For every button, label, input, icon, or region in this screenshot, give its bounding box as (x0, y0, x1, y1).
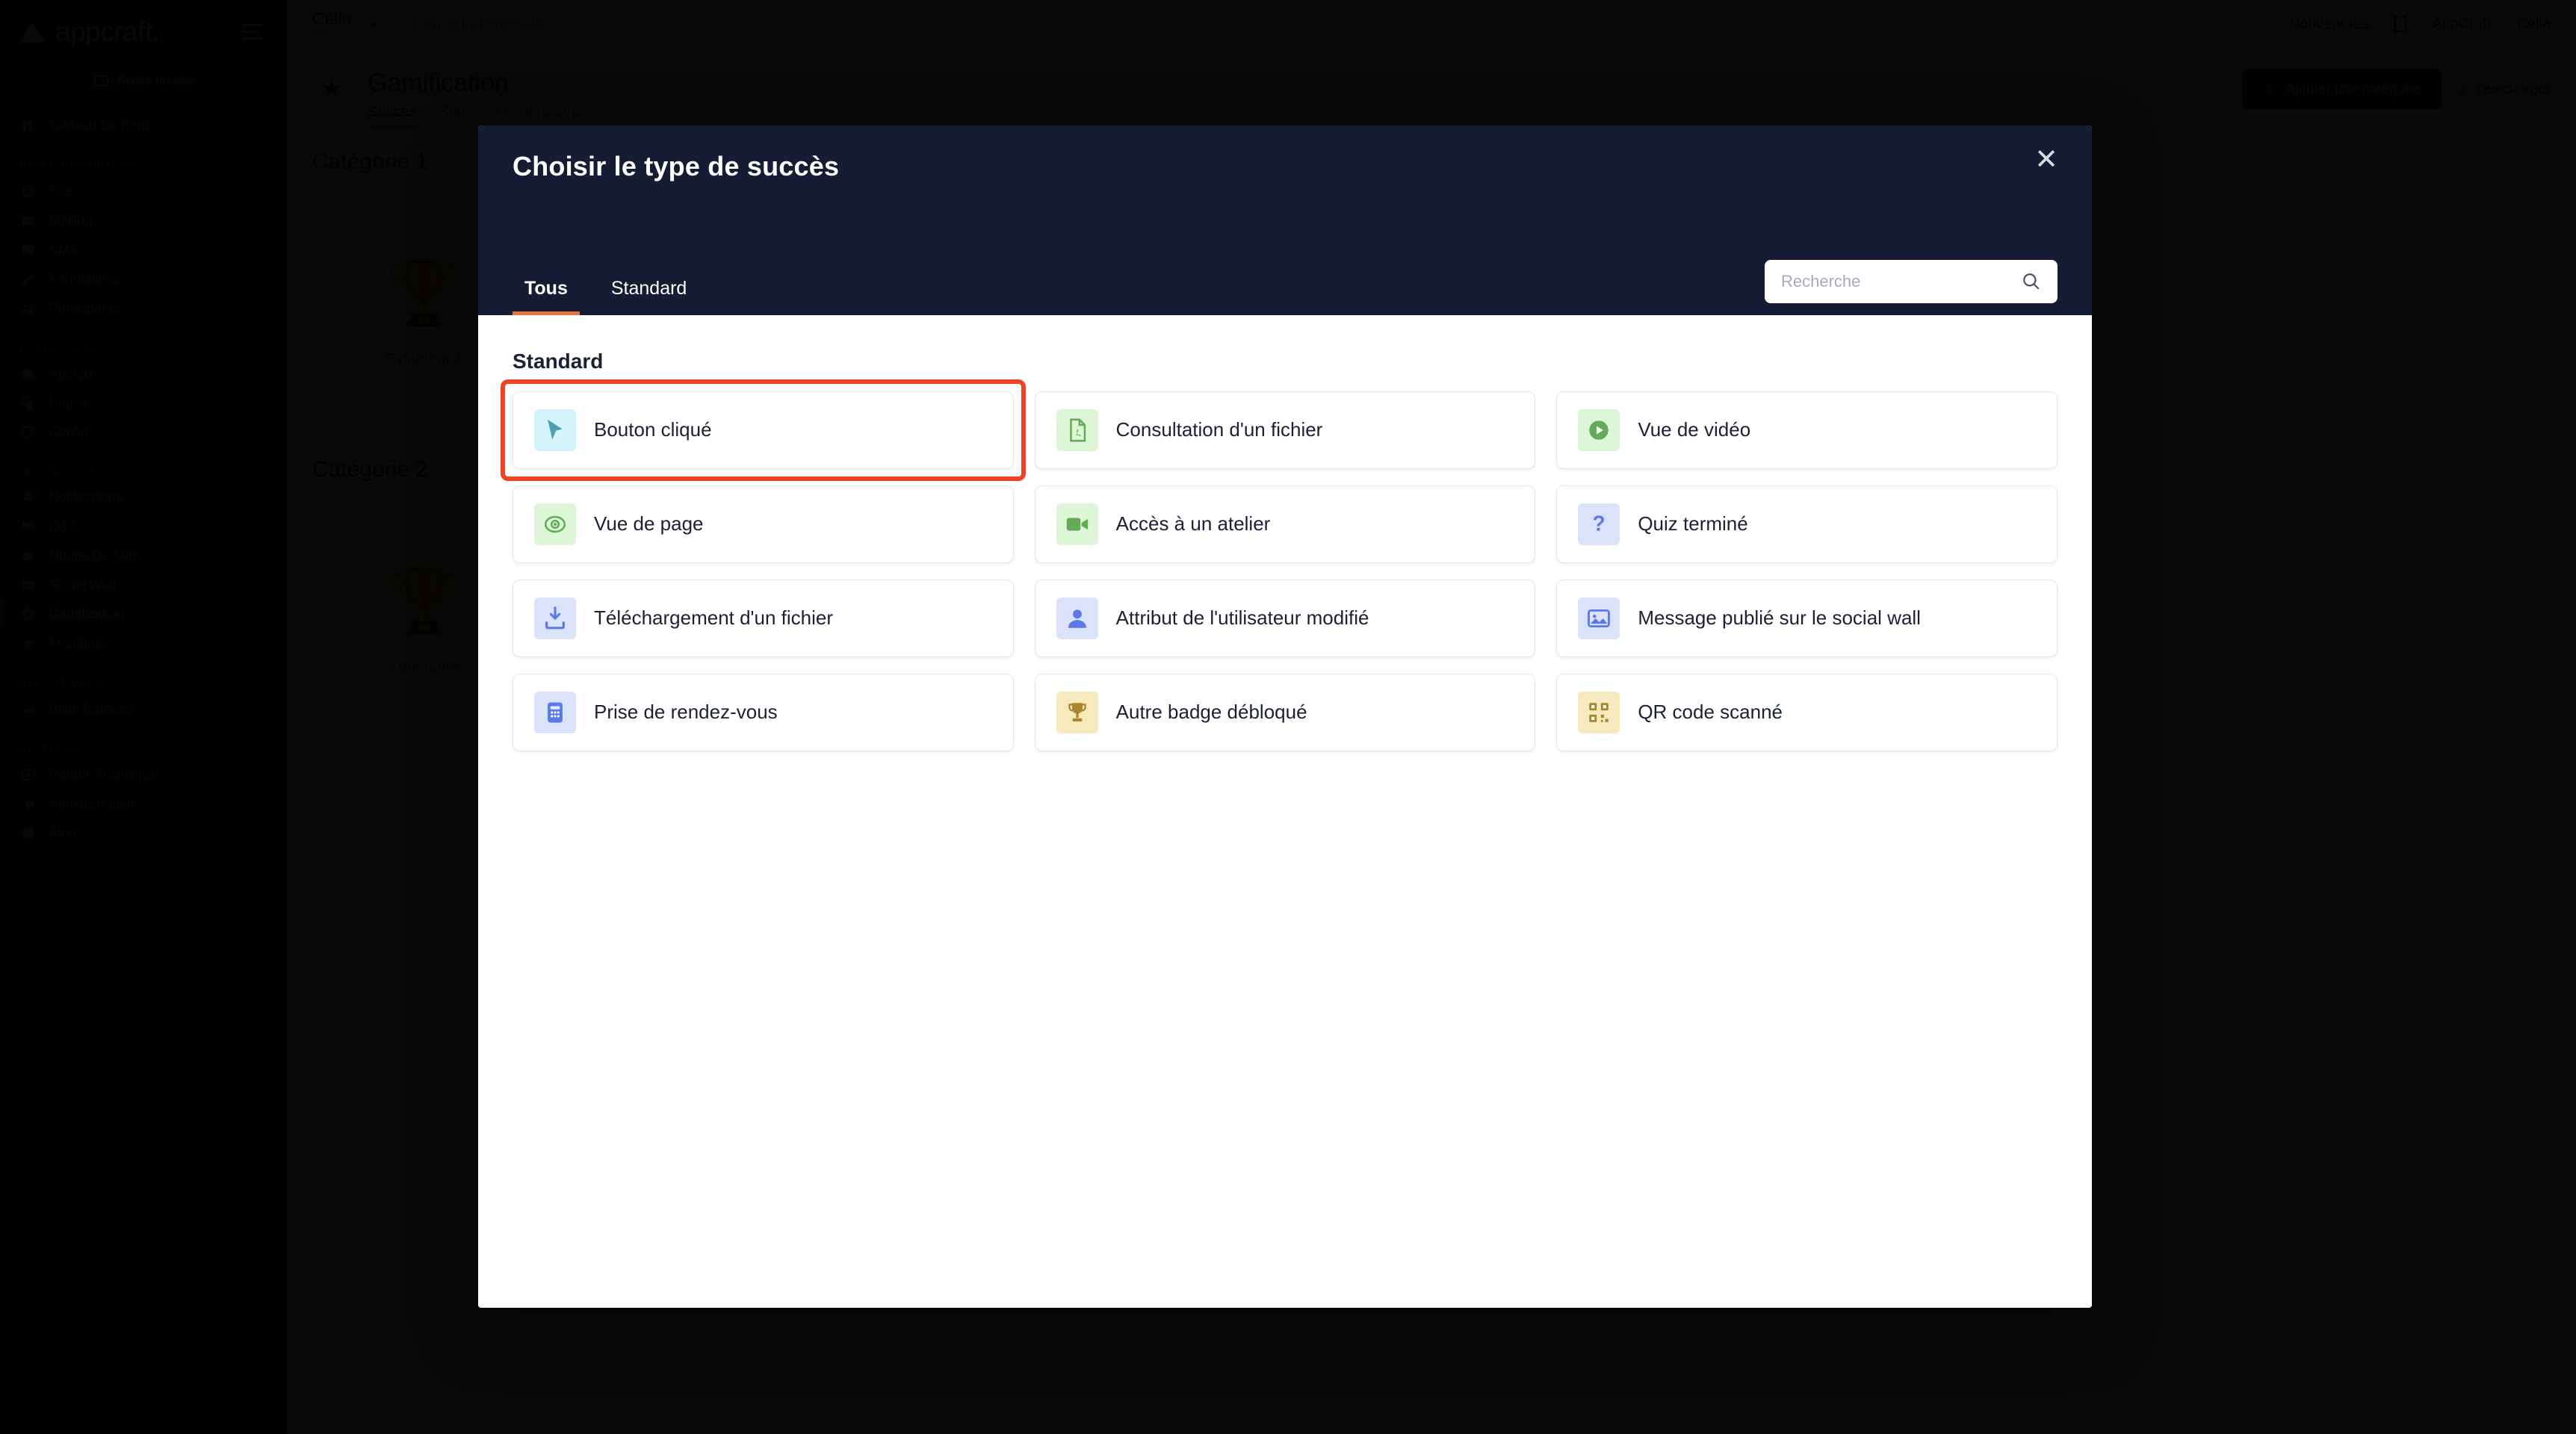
video-camera-icon (1056, 503, 1098, 545)
success-type-card[interactable]: Message publié sur le social wall (1556, 580, 2058, 657)
card-body[interactable]: QR code scanné (1556, 674, 2058, 751)
card-label: Quiz terminé (1638, 512, 1748, 536)
modal-body: Standard Bouton cliqué Consultation d'un … (478, 315, 2092, 1308)
card-body[interactable]: Téléchargement d'un fichier (513, 580, 1014, 657)
card-label: Prise de rendez-vous (594, 701, 778, 724)
card-label: Autre badge débloqué (1115, 701, 1307, 724)
card-body[interactable]: Consultation d'un fichier (1034, 391, 1536, 469)
card-body[interactable]: Bouton cliqué (513, 391, 1014, 469)
success-type-card[interactable]: Prise de rendez-vous (513, 674, 1014, 751)
card-label: Accès à un atelier (1115, 512, 1271, 536)
card-body[interactable]: Attribut de l'utilisateur modifié (1034, 580, 1536, 657)
play-circle-icon (1578, 409, 1620, 451)
search-icon[interactable] (2022, 272, 2041, 291)
success-type-card[interactable]: Autre badge débloqué (1034, 674, 1536, 751)
picture-icon (1578, 598, 1620, 639)
calendar-icon (534, 692, 576, 733)
card-body[interactable]: Autre badge débloqué (1034, 674, 1536, 751)
download-icon (534, 598, 576, 639)
card-label: Téléchargement d'un fichier (594, 606, 834, 630)
pdf-file-icon (1056, 409, 1098, 451)
modal-tabs-row: Tous Standard (513, 260, 2058, 315)
success-type-grid: Bouton cliqué Consultation d'un fichier Vu… (501, 379, 2058, 751)
question-mark-icon: ? (1578, 503, 1620, 545)
card-body[interactable]: ? Quiz terminé (1556, 485, 2058, 563)
card-label: Vue de vidéo (1638, 418, 1751, 441)
card-body[interactable]: Vue de page (513, 485, 1014, 563)
card-label: Message publié sur le social wall (1638, 606, 1921, 630)
card-body[interactable]: Prise de rendez-vous (513, 674, 1014, 751)
success-type-card[interactable]: Attribut de l'utilisateur modifié (1034, 580, 1536, 657)
success-type-card[interactable]: Téléchargement d'un fichier (513, 580, 1014, 657)
user-icon (1056, 598, 1098, 639)
search-input[interactable] (1781, 272, 2022, 291)
card-label: QR code scanné (1638, 701, 1783, 724)
card-body[interactable]: Message publié sur le social wall (1556, 580, 2058, 657)
success-type-card[interactable]: QR code scanné (1556, 674, 2058, 751)
card-label: Bouton cliqué (594, 418, 712, 441)
modal-title: Choisir le type de succès (513, 151, 840, 181)
modal-tabs: Tous Standard (513, 270, 699, 315)
success-type-card[interactable]: Accès à un atelier (1034, 485, 1536, 563)
card-body[interactable]: Accès à un atelier (1034, 485, 1536, 563)
card-label: Vue de page (594, 512, 704, 536)
success-type-card[interactable]: Vue de page (513, 485, 1014, 563)
success-type-card[interactable]: Vue de vidéo (1556, 391, 2058, 469)
success-type-card[interactable]: ? Quiz terminé (1556, 485, 2058, 563)
modal-header: Choisir le type de succès ✕ Tous Standar… (478, 125, 2092, 315)
success-type-card[interactable]: Consultation d'un fichier (1034, 391, 1536, 469)
cursor-icon (534, 409, 576, 451)
success-type-card-highlighted[interactable]: Bouton cliqué (501, 379, 1026, 481)
tab-standard[interactable]: Standard (599, 270, 699, 315)
choose-success-type-modal: Choisir le type de succès ✕ Tous Standar… (478, 125, 2092, 1308)
card-label: Attribut de l'utilisateur modifié (1115, 606, 1369, 630)
card-label: Consultation d'un fichier (1115, 418, 1323, 441)
tab-tous[interactable]: Tous (513, 270, 580, 315)
close-icon[interactable]: ✕ (2029, 143, 2063, 178)
trophy-icon (1056, 692, 1098, 733)
search-box[interactable] (1765, 260, 2058, 303)
qr-code-icon (1578, 692, 1620, 733)
section-title: Standard (513, 350, 604, 373)
svg-text:?: ? (1593, 512, 1606, 536)
card-body[interactable]: Vue de vidéo (1556, 391, 2058, 469)
eye-icon (534, 503, 576, 545)
